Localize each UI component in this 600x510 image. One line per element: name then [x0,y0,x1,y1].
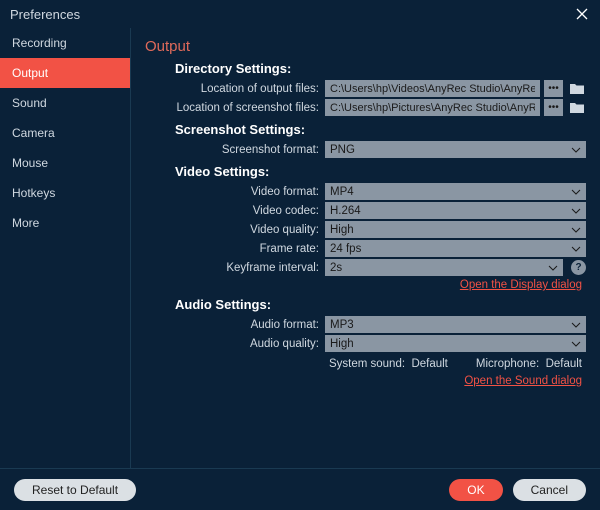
screenshot-files-input[interactable] [325,99,540,116]
footer: Reset to Default OK Cancel [0,468,600,510]
audio-quality-value: High [330,338,354,350]
video-codec-value: H.264 [330,205,361,217]
screenshot-format-label: Screenshot format: [145,144,325,156]
video-quality-row: Video quality: High [145,221,586,238]
screenshot-format-value: PNG [330,144,355,156]
chevron-down-icon [571,341,581,347]
audio-status-row: System sound: Default Microphone: Defaul… [145,354,586,372]
frame-rate-label: Frame rate: [145,243,325,255]
open-screenshot-folder-button[interactable] [567,99,586,116]
video-format-select[interactable]: MP4 [325,183,586,200]
frame-rate-select[interactable]: 24 fps [325,240,586,257]
frame-rate-row: Frame rate: 24 fps [145,240,586,257]
sidebar-item-mouse[interactable]: Mouse [0,148,130,178]
chevron-down-icon [571,246,581,252]
video-quality-select[interactable]: High [325,221,586,238]
audio-format-value: MP3 [330,319,354,331]
video-format-label: Video format: [145,186,325,198]
video-codec-row: Video codec: H.264 [145,202,586,219]
frame-rate-value: 24 fps [330,243,361,255]
audio-format-select[interactable]: MP3 [325,316,586,333]
sidebar: Recording Output Sound Camera Mouse Hotk… [0,28,130,468]
keyframe-value: 2s [330,262,342,274]
screenshot-settings-title: Screenshot Settings: [175,122,586,137]
video-quality-label: Video quality: [145,224,325,236]
content: Output Directory Settings: Location of o… [130,28,600,468]
help-icon[interactable]: ? [571,260,586,275]
keyframe-label: Keyframe interval: [145,262,325,274]
audio-quality-select[interactable]: High [325,335,586,352]
audio-settings-title: Audio Settings: [175,297,586,312]
video-quality-value: High [330,224,354,236]
folder-icon [569,82,585,95]
keyframe-select[interactable]: 2s [325,259,563,276]
page-title: Output [145,38,586,55]
microphone-status: Microphone: Default [476,358,582,370]
dots-icon: ••• [548,83,559,94]
directory-settings-title: Directory Settings: [175,61,586,76]
audio-quality-label: Audio quality: [145,338,325,350]
screenshot-files-label: Location of screenshot files: [145,102,325,114]
sidebar-item-more[interactable]: More [0,208,130,238]
output-files-label: Location of output files: [145,83,325,95]
dots-icon: ••• [548,102,559,113]
titlebar: Preferences [0,0,600,28]
cancel-button[interactable]: Cancel [513,479,586,501]
open-output-folder-button[interactable] [567,80,586,97]
video-codec-label: Video codec: [145,205,325,217]
sidebar-item-camera[interactable]: Camera [0,118,130,148]
main: Recording Output Sound Camera Mouse Hotk… [0,28,600,468]
close-icon[interactable] [574,6,590,22]
sidebar-item-hotkeys[interactable]: Hotkeys [0,178,130,208]
browse-screenshot-button[interactable]: ••• [544,99,563,116]
open-display-dialog-link[interactable]: Open the Display dialog [145,279,582,291]
folder-icon [569,101,585,114]
sidebar-item-sound[interactable]: Sound [0,88,130,118]
chevron-down-icon [571,227,581,233]
audio-quality-row: Audio quality: High [145,335,586,352]
video-format-value: MP4 [330,186,354,198]
video-codec-select[interactable]: H.264 [325,202,586,219]
window-title: Preferences [10,7,80,22]
ok-button[interactable]: OK [449,479,502,501]
chevron-down-icon [571,147,581,153]
system-sound-status: System sound: Default [329,358,448,370]
chevron-down-icon [571,322,581,328]
audio-format-row: Audio format: MP3 [145,316,586,333]
chevron-down-icon [548,265,558,271]
output-files-row: Location of output files: ••• [145,80,586,97]
chevron-down-icon [571,189,581,195]
browse-output-button[interactable]: ••• [544,80,563,97]
audio-format-label: Audio format: [145,319,325,331]
output-files-input[interactable] [325,80,540,97]
reset-to-default-button[interactable]: Reset to Default [14,479,136,501]
open-sound-dialog-link[interactable]: Open the Sound dialog [145,375,582,387]
sidebar-item-output[interactable]: Output [0,58,130,88]
video-format-row: Video format: MP4 [145,183,586,200]
video-settings-title: Video Settings: [175,164,586,179]
screenshot-format-select[interactable]: PNG [325,141,586,158]
keyframe-row: Keyframe interval: 2s ? [145,259,586,276]
chevron-down-icon [571,208,581,214]
sidebar-item-recording[interactable]: Recording [0,28,130,58]
screenshot-format-row: Screenshot format: PNG [145,141,586,158]
screenshot-files-row: Location of screenshot files: ••• [145,99,586,116]
